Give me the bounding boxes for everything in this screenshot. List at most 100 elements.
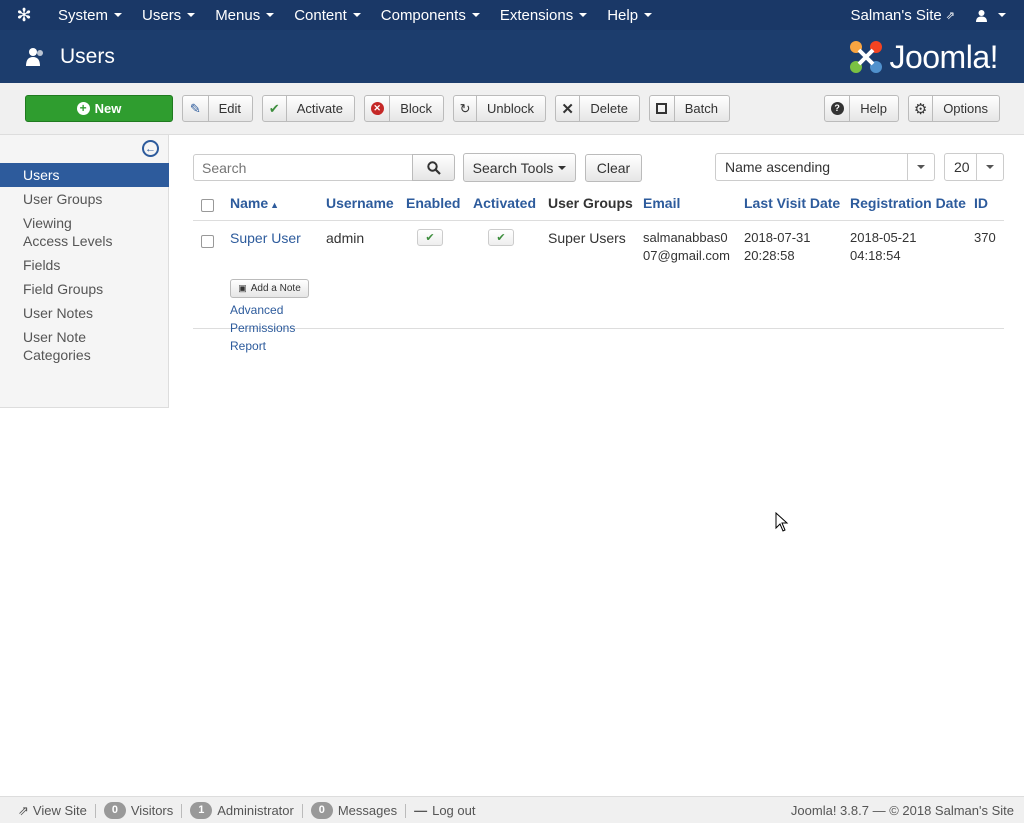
help-icon: ? xyxy=(825,96,851,121)
sidebar-item-users[interactable]: Users xyxy=(0,163,169,187)
site-link[interactable]: Salman's Site ⇗ xyxy=(841,7,965,24)
sort-name-header[interactable]: Name ▲ xyxy=(230,195,279,211)
chevron-down-icon xyxy=(644,13,653,17)
check-icon: ✔ xyxy=(425,232,435,244)
table-row: Super User ▣ Add a Note Advanced Permissi… xyxy=(193,221,1004,353)
joomla-brand-icon xyxy=(850,41,883,73)
sort-last-visit-header[interactable]: Last Visit Date xyxy=(744,195,840,211)
chevron-down-icon xyxy=(187,13,196,17)
block-button[interactable]: ✕ Block xyxy=(364,95,444,122)
sidebar: ← Users User Groups Viewing Access Level… xyxy=(0,135,169,408)
menu-menus[interactable]: Menus xyxy=(205,0,284,30)
user-icon xyxy=(976,9,987,22)
chevron-down-icon xyxy=(352,13,361,17)
search-tools-button[interactable]: Search Tools xyxy=(463,153,576,182)
collapse-sidebar-icon[interactable]: ← xyxy=(142,140,159,157)
menu-content[interactable]: Content xyxy=(284,0,371,30)
users-table: Name ▲ Username Enabled Activated User Gr… xyxy=(193,190,1004,353)
sidebar-item-user-notes[interactable]: User Notes xyxy=(0,301,169,325)
visitors-badge: 0 xyxy=(103,802,126,819)
sidebar-item-user-groups[interactable]: User Groups xyxy=(0,187,169,211)
list-limit-select[interactable]: 20 xyxy=(944,153,1004,181)
sort-email-header[interactable]: Email xyxy=(643,195,680,211)
chevron-down-icon xyxy=(986,165,994,169)
external-link-icon: ⇗ xyxy=(945,9,955,22)
chevron-down-icon xyxy=(998,13,1006,17)
user-menu[interactable] xyxy=(965,9,1024,22)
users-icon xyxy=(24,45,48,69)
advanced-permissions-link[interactable]: Advanced Permissions Report xyxy=(230,301,300,355)
user-groups-cell: Super Users xyxy=(548,230,626,246)
chevron-down-icon xyxy=(114,13,123,17)
enabled-toggle[interactable]: ✔ xyxy=(417,229,443,246)
page-header: Users Joomla! xyxy=(0,30,1024,83)
menu-components[interactable]: Components xyxy=(371,0,490,30)
visitors-status[interactable]: 0 Visitors xyxy=(96,802,183,819)
plus-icon: + xyxy=(76,102,90,115)
email-cell: salmanabbas007@gmail.com xyxy=(643,230,730,263)
mouse-cursor-icon xyxy=(775,512,789,532)
delete-button[interactable]: ✕ Delete xyxy=(555,95,640,122)
sidebar-item-field-groups[interactable]: Field Groups xyxy=(0,277,169,301)
activate-button[interactable]: ✔ Activate xyxy=(262,95,355,122)
menu-users[interactable]: Users xyxy=(132,0,205,30)
check-icon: ✔ xyxy=(496,232,506,244)
chevron-down-icon xyxy=(917,165,925,169)
add-note-button[interactable]: ▣ Add a Note xyxy=(230,279,309,298)
administrator-status[interactable]: 1 Administrator xyxy=(182,802,303,819)
minus-icon: — xyxy=(414,803,428,818)
brand-wordmark: Joomla! xyxy=(889,38,998,75)
toolbar: + New ✎ Edit ✔ Activate ✕ Block ↻ Unbloc… xyxy=(0,83,1024,135)
ordering-select[interactable]: Name ascending xyxy=(715,153,935,181)
sort-registration-header[interactable]: Registration Date xyxy=(850,195,966,211)
logout-link[interactable]: — Log out xyxy=(406,803,483,818)
view-site-link[interactable]: ⇗ View Site xyxy=(10,802,96,818)
sort-id-header[interactable]: ID xyxy=(974,195,988,211)
id-cell: 370 xyxy=(974,230,996,245)
row-checkbox[interactable] xyxy=(201,235,214,248)
chevron-down-icon xyxy=(579,13,588,17)
activated-toggle[interactable]: ✔ xyxy=(488,229,514,246)
menu-help[interactable]: Help xyxy=(597,0,662,30)
top-navbar: ✻ System Users Menus Content Components … xyxy=(0,0,1024,30)
admin-badge: 1 xyxy=(190,802,213,819)
help-button[interactable]: ? Help xyxy=(824,95,899,122)
sidebar-item-fields[interactable]: Fields xyxy=(0,253,169,277)
last-visit-cell: 2018-07-31 20:28:58 xyxy=(744,230,811,263)
username-cell: admin xyxy=(326,230,365,246)
gear-icon: ⚙ xyxy=(909,96,934,121)
version-text: Joomla! 3.8.7 — © 2018 Salman's Site xyxy=(790,803,1014,818)
sort-activated-header[interactable]: Activated xyxy=(473,195,536,211)
joomla-logo-icon[interactable]: ✻ xyxy=(0,0,48,30)
sidebar-item-viewing-access-levels[interactable]: Viewing Access Levels xyxy=(0,211,140,253)
sidebar-nav: Users User Groups Viewing Access Levels … xyxy=(0,163,169,367)
edit-button[interactable]: ✎ Edit xyxy=(182,95,253,122)
options-button[interactable]: ⚙ Options xyxy=(908,95,1000,122)
messages-status[interactable]: 0 Messages xyxy=(303,802,407,819)
batch-button[interactable]: Batch xyxy=(649,95,730,122)
menu-system[interactable]: System xyxy=(48,0,132,30)
select-all-checkbox[interactable] xyxy=(201,199,214,212)
sort-username-header[interactable]: Username xyxy=(326,195,394,211)
search-button[interactable] xyxy=(412,154,455,181)
external-link-icon: ⇗ xyxy=(18,802,29,818)
messages-badge: 0 xyxy=(310,802,333,819)
chevron-down-icon xyxy=(558,165,567,170)
check-icon: ✔ xyxy=(263,96,287,121)
note-icon: ▣ xyxy=(238,283,247,293)
clear-button[interactable]: Clear xyxy=(585,154,642,182)
search-icon xyxy=(426,160,441,175)
new-button[interactable]: + New xyxy=(25,95,173,122)
refresh-icon: ↻ xyxy=(454,96,478,121)
registration-cell: 2018-05-21 04:18:54 xyxy=(850,230,917,263)
chevron-down-icon xyxy=(266,13,275,17)
sidebar-item-user-note-categories[interactable]: User Note Categories xyxy=(0,325,120,367)
status-bar: ⇗ View Site 0 Visitors 1 Administrator 0 Mes… xyxy=(0,796,1024,823)
menu-extensions[interactable]: Extensions xyxy=(490,0,597,30)
unblock-button[interactable]: ↻ Unblock xyxy=(453,95,546,122)
block-icon: ✕ xyxy=(365,96,391,121)
user-name-link[interactable]: Super User xyxy=(230,229,301,247)
chevron-down-icon xyxy=(471,13,480,17)
sort-enabled-header[interactable]: Enabled xyxy=(406,195,460,211)
search-input[interactable] xyxy=(193,154,413,181)
